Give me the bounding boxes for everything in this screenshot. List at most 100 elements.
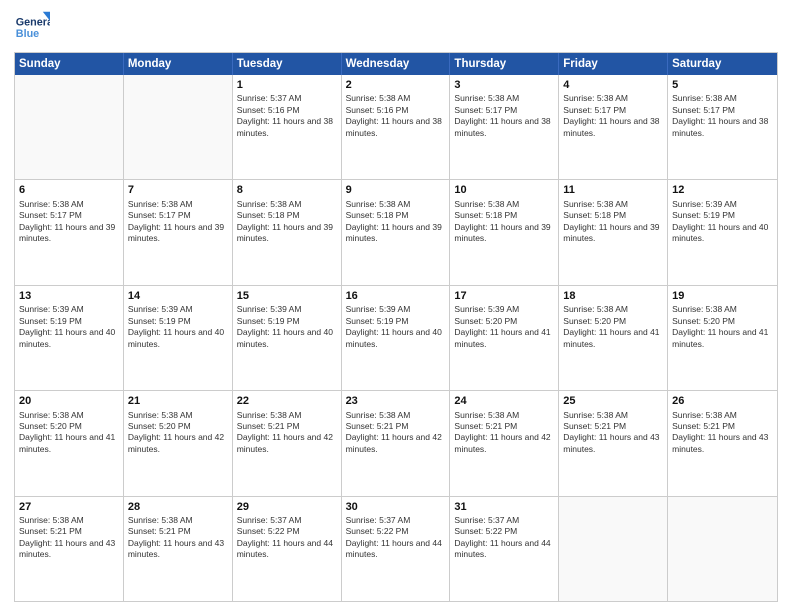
- day-17: 17Sunrise: 5:39 AM Sunset: 5:20 PM Dayli…: [450, 286, 559, 390]
- header-sunday: Sunday: [15, 53, 124, 75]
- day-11: 11Sunrise: 5:38 AM Sunset: 5:18 PM Dayli…: [559, 180, 668, 284]
- day-13: 13Sunrise: 5:39 AM Sunset: 5:19 PM Dayli…: [15, 286, 124, 390]
- day-number-25: 25: [563, 394, 663, 408]
- day-19: 19Sunrise: 5:38 AM Sunset: 5:20 PM Dayli…: [668, 286, 777, 390]
- day-number-24: 24: [454, 394, 554, 408]
- day-info-26: Sunrise: 5:38 AM Sunset: 5:21 PM Dayligh…: [672, 410, 773, 456]
- day-info-18: Sunrise: 5:38 AM Sunset: 5:20 PM Dayligh…: [563, 304, 663, 350]
- day-info-14: Sunrise: 5:39 AM Sunset: 5:19 PM Dayligh…: [128, 304, 228, 350]
- day-number-3: 3: [454, 78, 554, 92]
- day-8: 8 Sunrise: 5:38 AM Sunset: 5:18 PM Daylig…: [233, 180, 342, 284]
- day-number-7: 7: [128, 183, 228, 197]
- day-23: 23 Sunrise: 5:38 AM Sunset: 5:21 PM Dayli…: [342, 391, 451, 495]
- day-number-9: 9: [346, 183, 446, 197]
- day-15: 15Sunrise: 5:39 AM Sunset: 5:19 PM Dayli…: [233, 286, 342, 390]
- day-info-15: Sunrise: 5:39 AM Sunset: 5:19 PM Dayligh…: [237, 304, 337, 350]
- day-number-20: 20: [19, 394, 119, 408]
- day-number-13: 13: [19, 289, 119, 303]
- header-wednesday: Wednesday: [342, 53, 451, 75]
- day-empty: [668, 497, 777, 601]
- day-info-3: Sunrise: 5:38 AM Sunset: 5:17 PM Dayligh…: [454, 93, 554, 139]
- svg-text:General: General: [16, 16, 50, 28]
- day-info-17: Sunrise: 5:39 AM Sunset: 5:20 PM Dayligh…: [454, 304, 554, 350]
- header-tuesday: Tuesday: [233, 53, 342, 75]
- day-info-28: Sunrise: 5:38 AM Sunset: 5:21 PM Dayligh…: [128, 515, 228, 561]
- week-row-1: 1Sunrise: 5:37 AM Sunset: 5:16 PM Daylig…: [15, 75, 777, 179]
- day-16: 16Sunrise: 5:39 AM Sunset: 5:19 PM Dayli…: [342, 286, 451, 390]
- week-row-5: 27Sunrise: 5:38 AM Sunset: 5:21 PM Dayli…: [15, 496, 777, 601]
- day-30: 30Sunrise: 5:37 AM Sunset: 5:22 PM Dayli…: [342, 497, 451, 601]
- day-info-21: Sunrise: 5:38 AM Sunset: 5:20 PM Dayligh…: [128, 410, 228, 456]
- day-20: 20 Sunrise: 5:38 AM Sunset: 5:20 PM Dayli…: [15, 391, 124, 495]
- day-info-9: Sunrise: 5:38 AM Sunset: 5:18 PM Dayligh…: [346, 199, 446, 245]
- day-26: 26Sunrise: 5:38 AM Sunset: 5:21 PM Dayli…: [668, 391, 777, 495]
- day-info-24: Sunrise: 5:38 AM Sunset: 5:21 PM Dayligh…: [454, 410, 554, 456]
- day-number-30: 30: [346, 500, 446, 514]
- calendar-header: Sunday Monday Tuesday Wednesday Thursday…: [15, 53, 777, 75]
- day-info-19: Sunrise: 5:38 AM Sunset: 5:20 PM Dayligh…: [672, 304, 773, 350]
- day-info-25: Sunrise: 5:38 AM Sunset: 5:21 PM Dayligh…: [563, 410, 663, 456]
- day-number-6: 6: [19, 183, 119, 197]
- week-row-2: 6 Sunrise: 5:38 AM Sunset: 5:17 PM Daylig…: [15, 179, 777, 284]
- day-7: 7 Sunrise: 5:38 AM Sunset: 5:17 PM Daylig…: [124, 180, 233, 284]
- day-info-2: Sunrise: 5:38 AM Sunset: 5:16 PM Dayligh…: [346, 93, 446, 139]
- day-number-2: 2: [346, 78, 446, 92]
- day-number-23: 23: [346, 394, 446, 408]
- day-info-5: Sunrise: 5:38 AM Sunset: 5:17 PM Dayligh…: [672, 93, 773, 139]
- day-21: 21 Sunrise: 5:38 AM Sunset: 5:20 PM Dayli…: [124, 391, 233, 495]
- header-friday: Friday: [559, 53, 668, 75]
- day-number-27: 27: [19, 500, 119, 514]
- day-number-16: 16: [346, 289, 446, 303]
- day-info-22: Sunrise: 5:38 AM Sunset: 5:21 PM Dayligh…: [237, 410, 337, 456]
- day-number-22: 22: [237, 394, 337, 408]
- day-22: 22 Sunrise: 5:38 AM Sunset: 5:21 PM Dayli…: [233, 391, 342, 495]
- day-info-1: Sunrise: 5:37 AM Sunset: 5:16 PM Dayligh…: [237, 93, 337, 139]
- day-18: 18Sunrise: 5:38 AM Sunset: 5:20 PM Dayli…: [559, 286, 668, 390]
- day-empty: [124, 75, 233, 179]
- day-number-15: 15: [237, 289, 337, 303]
- day-number-19: 19: [672, 289, 773, 303]
- day-number-4: 4: [563, 78, 663, 92]
- day-number-21: 21: [128, 394, 228, 408]
- day-number-1: 1: [237, 78, 337, 92]
- day-24: 24 Sunrise: 5:38 AM Sunset: 5:21 PM Dayli…: [450, 391, 559, 495]
- day-info-27: Sunrise: 5:38 AM Sunset: 5:21 PM Dayligh…: [19, 515, 119, 561]
- day-empty: [559, 497, 668, 601]
- day-number-29: 29: [237, 500, 337, 514]
- day-27: 27Sunrise: 5:38 AM Sunset: 5:21 PM Dayli…: [15, 497, 124, 601]
- day-number-17: 17: [454, 289, 554, 303]
- day-info-10: Sunrise: 5:38 AM Sunset: 5:18 PM Dayligh…: [454, 199, 554, 245]
- day-25: 25 Sunrise: 5:38 AM Sunset: 5:21 PM Dayli…: [559, 391, 668, 495]
- svg-text:Blue: Blue: [16, 28, 39, 40]
- day-info-8: Sunrise: 5:38 AM Sunset: 5:18 PM Dayligh…: [237, 199, 337, 245]
- header-monday: Monday: [124, 53, 233, 75]
- day-info-7: Sunrise: 5:38 AM Sunset: 5:17 PM Dayligh…: [128, 199, 228, 245]
- header-saturday: Saturday: [668, 53, 777, 75]
- calendar: Sunday Monday Tuesday Wednesday Thursday…: [14, 52, 778, 602]
- day-12: 12Sunrise: 5:39 AM Sunset: 5:19 PM Dayli…: [668, 180, 777, 284]
- day-info-13: Sunrise: 5:39 AM Sunset: 5:19 PM Dayligh…: [19, 304, 119, 350]
- day-9: 9 Sunrise: 5:38 AM Sunset: 5:18 PM Daylig…: [342, 180, 451, 284]
- day-number-28: 28: [128, 500, 228, 514]
- header-thursday: Thursday: [450, 53, 559, 75]
- day-info-4: Sunrise: 5:38 AM Sunset: 5:17 PM Dayligh…: [563, 93, 663, 139]
- day-number-8: 8: [237, 183, 337, 197]
- day-info-31: Sunrise: 5:37 AM Sunset: 5:22 PM Dayligh…: [454, 515, 554, 561]
- week-row-3: 13Sunrise: 5:39 AM Sunset: 5:19 PM Dayli…: [15, 285, 777, 390]
- header: General Blue: [14, 10, 778, 46]
- day-10: 10Sunrise: 5:38 AM Sunset: 5:18 PM Dayli…: [450, 180, 559, 284]
- day-info-30: Sunrise: 5:37 AM Sunset: 5:22 PM Dayligh…: [346, 515, 446, 561]
- day-info-29: Sunrise: 5:37 AM Sunset: 5:22 PM Dayligh…: [237, 515, 337, 561]
- day-number-11: 11: [563, 183, 663, 197]
- day-info-23: Sunrise: 5:38 AM Sunset: 5:21 PM Dayligh…: [346, 410, 446, 456]
- day-3: 3Sunrise: 5:38 AM Sunset: 5:17 PM Daylig…: [450, 75, 559, 179]
- day-number-5: 5: [672, 78, 773, 92]
- day-6: 6Sunrise: 5:38 AM Sunset: 5:17 PM Daylig…: [15, 180, 124, 284]
- day-number-14: 14: [128, 289, 228, 303]
- day-31: 31Sunrise: 5:37 AM Sunset: 5:22 PM Dayli…: [450, 497, 559, 601]
- day-info-20: Sunrise: 5:38 AM Sunset: 5:20 PM Dayligh…: [19, 410, 119, 456]
- day-29: 29Sunrise: 5:37 AM Sunset: 5:22 PM Dayli…: [233, 497, 342, 601]
- day-number-12: 12: [672, 183, 773, 197]
- calendar-body: 1Sunrise: 5:37 AM Sunset: 5:16 PM Daylig…: [15, 75, 777, 601]
- day-1: 1Sunrise: 5:37 AM Sunset: 5:16 PM Daylig…: [233, 75, 342, 179]
